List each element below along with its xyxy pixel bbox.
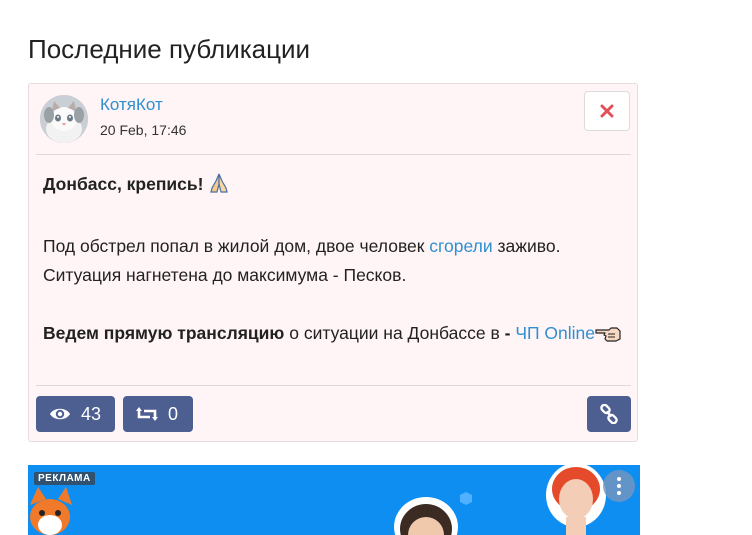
post-line-3: Ведем прямую трансляцию о ситуации на До… xyxy=(43,319,623,352)
ad-banner[interactable]: РЕКЛАМА xyxy=(28,465,640,535)
post-body: Донбасс, крепись! Под обстрел попал в жи… xyxy=(43,170,623,352)
share-link-button[interactable] xyxy=(587,396,631,432)
reposts-count: 0 xyxy=(168,403,179,424)
post-card: КотяКот 20 Feb, 17:46 Донбасс, крепись! … xyxy=(28,83,638,442)
page-title: Последние публикации xyxy=(28,34,311,64)
folded-hands-icon xyxy=(208,172,230,203)
views-button[interactable]: 43 xyxy=(36,396,115,432)
post-date: 20 Feb, 17:46 xyxy=(100,122,187,138)
cat-avatar-image xyxy=(40,95,88,143)
dot xyxy=(617,484,621,488)
live-broadcast-text: Ведем прямую трансляцию xyxy=(43,323,285,343)
pointing-left-hand-icon xyxy=(595,323,621,352)
post-text: Под обстрел попал в жилой дом, двое чело… xyxy=(43,236,430,256)
post-text: о ситуации на Донбассе в xyxy=(284,323,505,343)
dot xyxy=(617,491,621,495)
repost-arrows-icon xyxy=(136,406,158,422)
header-divider xyxy=(36,154,631,155)
burned-link[interactable]: сгорели xyxy=(429,236,492,256)
ad-more-options-button[interactable] xyxy=(603,470,635,502)
ad-image xyxy=(30,465,606,535)
repost-button[interactable]: 0 xyxy=(123,396,193,432)
avatar[interactable] xyxy=(40,95,88,143)
chp-online-link[interactable]: ЧП Online xyxy=(515,323,595,343)
post-headline: Донбасс, крепись! xyxy=(43,174,204,194)
post-headline-line: Донбасс, крепись! xyxy=(43,170,623,203)
author-name-link[interactable]: КотяКот xyxy=(100,95,163,115)
chain-link-icon xyxy=(599,404,619,424)
post-text: заживо. xyxy=(492,236,561,256)
ad-label: РЕКЛАМА xyxy=(34,472,95,485)
close-button[interactable] xyxy=(584,91,630,131)
dot xyxy=(617,477,621,481)
post-line-2: Ситуация нагнетена до максимума - Песков… xyxy=(43,265,407,285)
close-x-icon xyxy=(600,104,614,118)
eye-icon xyxy=(49,406,71,422)
post-line-1: Под обстрел попал в жилой дом, двое чело… xyxy=(43,232,623,261)
footer-divider xyxy=(36,385,631,386)
views-count: 43 xyxy=(81,403,102,424)
